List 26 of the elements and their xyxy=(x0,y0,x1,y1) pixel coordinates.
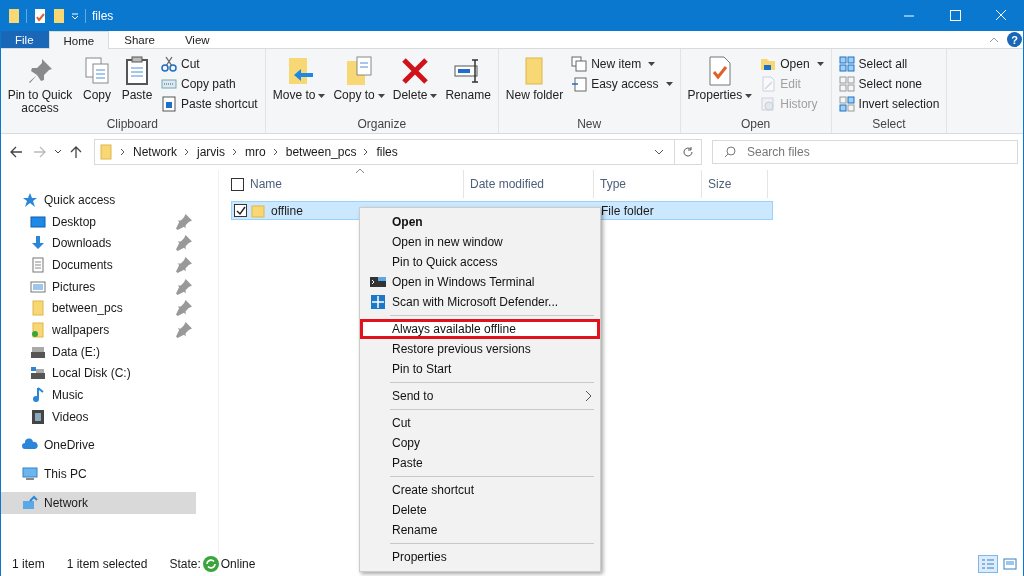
nav-label: Desktop xyxy=(52,214,97,229)
nav-label: Data (E:) xyxy=(52,344,100,359)
file-name: offline xyxy=(271,203,304,218)
window-title: files xyxy=(92,8,114,23)
table-cell: File folder xyxy=(601,203,654,218)
nav-label: Documents xyxy=(52,257,113,272)
item-count: 1 item xyxy=(12,557,45,571)
group-label: Organize xyxy=(356,117,408,133)
group-label: Open xyxy=(739,117,772,133)
nav-label: Network xyxy=(44,495,88,510)
nav-label: Pictures xyxy=(52,279,96,294)
nav-label: OneDrive xyxy=(44,438,95,453)
group-label: New xyxy=(576,117,603,133)
nav-label: Quick access xyxy=(44,192,116,207)
nav-label: Videos xyxy=(52,409,89,424)
state-label: State: xyxy=(169,557,201,571)
nav-label: This PC xyxy=(44,467,87,482)
selection-count: 1 item selected xyxy=(66,557,148,571)
nav-label: between_pcs xyxy=(52,301,123,316)
nav-label: Downloads xyxy=(52,236,112,251)
nav-label: Music xyxy=(52,388,84,403)
nav-label: Local Disk (C:) xyxy=(52,366,131,381)
state-value: Online xyxy=(220,557,256,571)
nav-label: wallpapers xyxy=(52,322,110,337)
group-label: Select xyxy=(871,117,907,133)
group-label: Clipboard xyxy=(105,117,160,133)
